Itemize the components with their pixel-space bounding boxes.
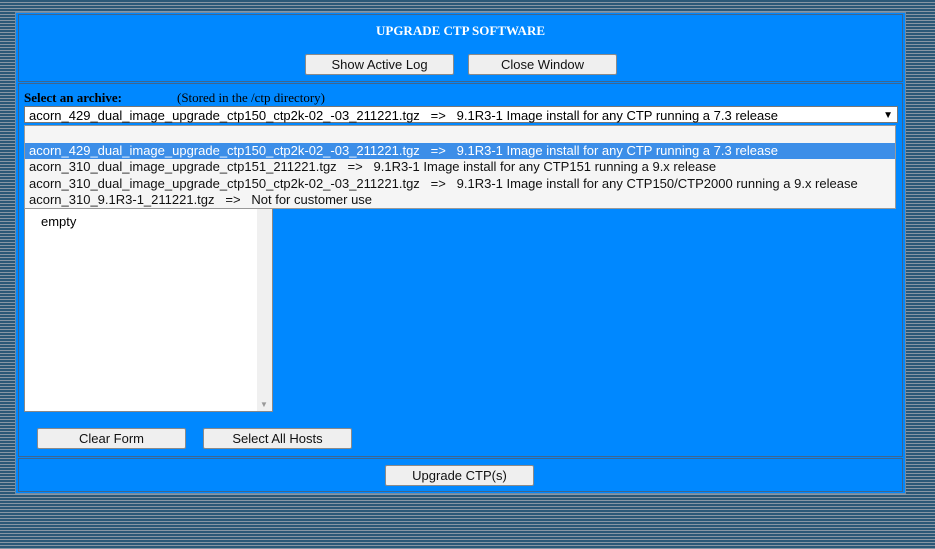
archive-label: Select an archive: xyxy=(24,90,122,105)
archive-option[interactable]: acorn_310_dual_image_upgrade_ctp150_ctp2… xyxy=(25,176,895,193)
archive-dropdown[interactable]: acorn_429_dual_image_upgrade_ctp150_ctp2… xyxy=(24,125,896,209)
close-window-button[interactable]: Close Window xyxy=(468,54,617,75)
archive-option[interactable]: acorn_310_9.1R3-1_211221.tgz => Not for … xyxy=(25,192,895,209)
submit-section: Upgrade CTP(s) xyxy=(18,458,903,492)
chevron-down-icon[interactable]: ▼ xyxy=(883,107,893,124)
archive-option[interactable]: acorn_310_dual_image_upgrade_ctp151_2112… xyxy=(25,159,895,176)
archive-note: (Stored in the /ctp directory) xyxy=(177,90,326,105)
header-section: UPGRADE CTP SOFTWARE Show Active Log Clo… xyxy=(18,14,903,82)
show-active-log-button[interactable]: Show Active Log xyxy=(305,54,454,75)
archive-select[interactable]: acorn_429_dual_image_upgrade_ctp150_ctp2… xyxy=(24,106,898,123)
archive-option[interactable] xyxy=(25,126,895,143)
upgrade-ctps-button[interactable]: Upgrade CTP(s) xyxy=(385,465,534,486)
select-all-hosts-button[interactable]: Select All Hosts xyxy=(203,428,352,449)
page-title: UPGRADE CTP SOFTWARE xyxy=(375,23,546,38)
scroll-down-icon[interactable]: ▼ xyxy=(260,400,268,409)
archive-option[interactable]: acorn_429_dual_image_upgrade_ctp150_ctp2… xyxy=(25,142,895,159)
clear-form-button[interactable]: Clear Form xyxy=(37,428,186,449)
list-item[interactable]: empty xyxy=(41,214,76,229)
archive-selected-value: acorn_429_dual_image_upgrade_ctp150_ctp2… xyxy=(29,108,778,123)
form-section: Select an archive: (Stored in the /ctp d… xyxy=(18,83,903,457)
upgrade-panel: UPGRADE CTP SOFTWARE Show Active Log Clo… xyxy=(15,12,906,494)
